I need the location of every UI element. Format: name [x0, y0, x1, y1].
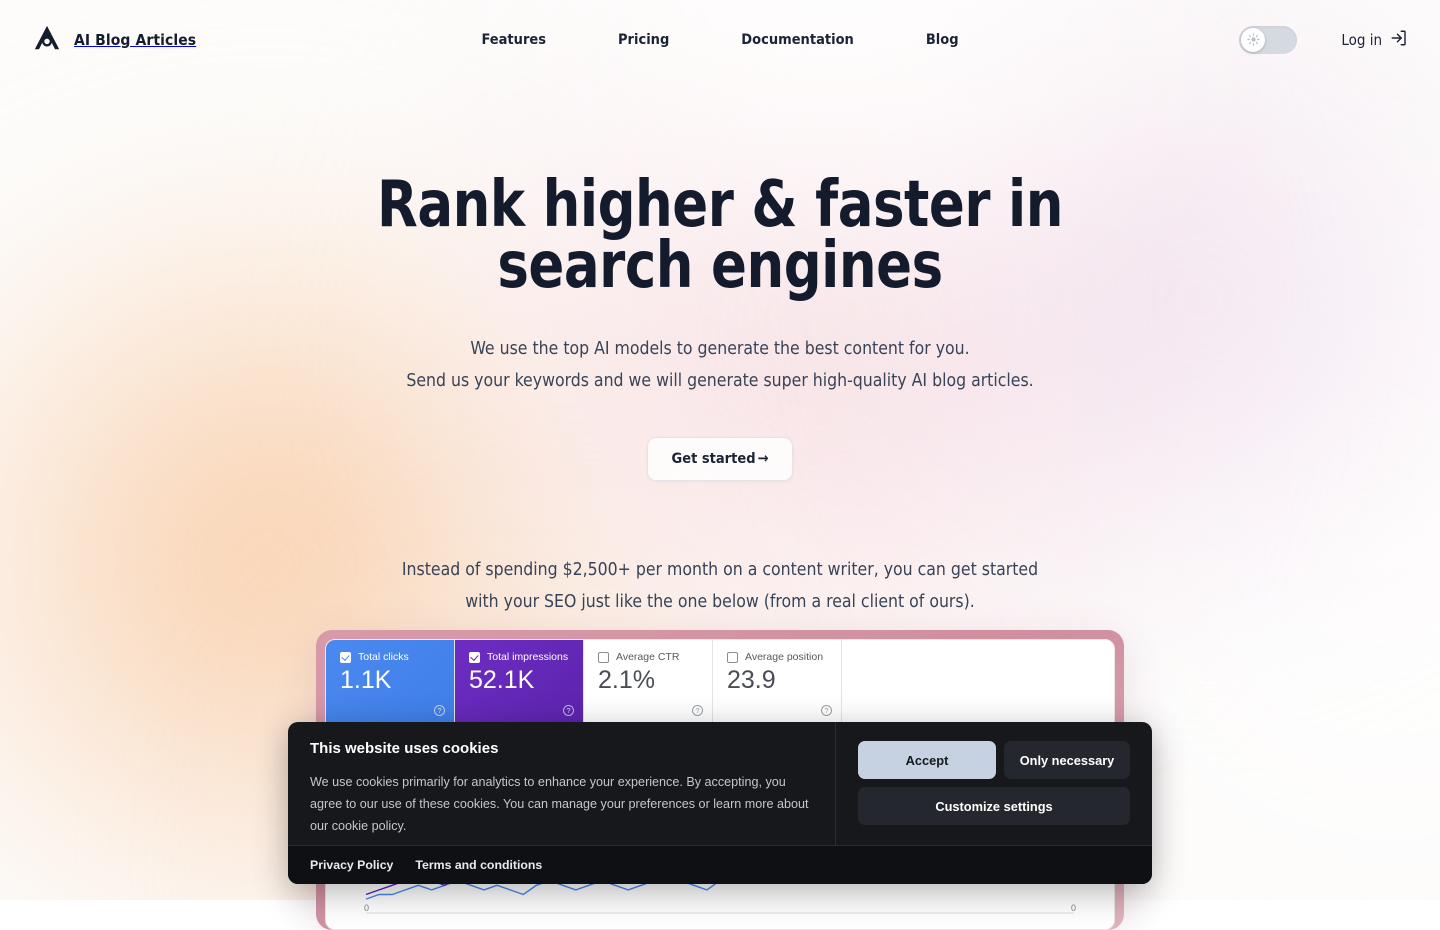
checkbox-unchecked-icon[interactable] — [598, 652, 609, 663]
metric-label: Average position — [745, 651, 823, 663]
help-icon[interactable]: ? — [821, 705, 832, 716]
nav-item-blog[interactable]: Blog — [926, 32, 959, 48]
cookie-banner-body: We use cookies primarily for analytics t… — [310, 771, 809, 837]
nav-item-features[interactable]: Features — [481, 32, 546, 48]
cta-container: Get started → — [0, 437, 1440, 481]
checkbox-unchecked-icon[interactable] — [727, 652, 738, 663]
checkbox-checked-icon[interactable] — [340, 652, 351, 663]
help-icon[interactable]: ? — [563, 705, 574, 716]
cookie-text-column: This website uses cookies We use cookies… — [288, 722, 836, 845]
nav-item-documentation[interactable]: Documentation — [741, 32, 854, 48]
arrow-right-icon: → — [758, 451, 769, 467]
help-icon[interactable]: ? — [434, 705, 445, 716]
metric-value: 23.9 — [727, 666, 827, 695]
hero-subtitle-line-2: Send us your keywords and we will genera… — [0, 365, 1440, 397]
metric-card-empty — [842, 640, 1114, 722]
page-title: Rank higher & faster in search engines — [58, 175, 1383, 297]
metric-card-average-ctr[interactable]: Average CTR 2.1% ? — [584, 640, 713, 722]
metric-header: Average position — [727, 651, 827, 663]
metric-label: Total impressions — [487, 651, 568, 663]
chart-axis-right-zero: 0 — [1071, 903, 1076, 913]
chart-axis-left-zero: 0 — [364, 903, 369, 913]
header-actions: Log in — [1239, 26, 1408, 54]
metric-label: Average CTR — [616, 651, 679, 663]
hero-note-line-1: Instead of spending $2,500+ per month on… — [0, 554, 1440, 586]
login-label: Log in — [1341, 31, 1382, 49]
metric-label: Total clicks — [358, 651, 409, 663]
login-icon — [1390, 29, 1408, 51]
hero-title-line-1: Rank higher & faster in — [58, 175, 1383, 236]
cookie-actions-column: Accept Only necessary Customize settings — [836, 722, 1152, 845]
terms-and-conditions-link[interactable]: Terms and conditions — [415, 858, 542, 872]
cookie-banner-footer: Privacy Policy Terms and conditions — [288, 845, 1152, 884]
metric-card-total-impressions[interactable]: Total impressions 52.1K ? — [455, 640, 584, 722]
metric-value: 1.1K — [340, 666, 440, 695]
hero-subtitle: We use the top AI models to generate the… — [0, 333, 1440, 397]
main-nav: Features Pricing Documentation Blog — [0, 32, 1440, 48]
cookie-banner-title: This website uses cookies — [310, 740, 809, 757]
metric-header: Average CTR — [598, 651, 698, 663]
checkbox-checked-icon[interactable] — [469, 652, 480, 663]
metrics-row: Total clicks 1.1K ? Total impressions 52… — [326, 640, 1114, 722]
accept-cookies-button[interactable]: Accept — [858, 741, 996, 779]
metric-header: Total impressions — [469, 651, 569, 663]
login-link[interactable]: Log in — [1341, 29, 1408, 51]
metric-card-total-clicks[interactable]: Total clicks 1.1K ? — [326, 640, 455, 722]
theme-toggle-knob — [1241, 28, 1265, 52]
theme-toggle[interactable] — [1239, 26, 1297, 54]
metric-card-average-position[interactable]: Average position 23.9 ? — [713, 640, 842, 722]
hero-note-line-2: with your SEO just like the one below (f… — [0, 586, 1440, 618]
get-started-button[interactable]: Get started → — [647, 437, 794, 481]
nav-item-pricing[interactable]: Pricing — [618, 32, 669, 48]
metric-header: Total clicks — [340, 651, 440, 663]
privacy-policy-link[interactable]: Privacy Policy — [310, 858, 393, 872]
get-started-label: Get started — [672, 451, 756, 467]
cookie-consent-banner: This website uses cookies We use cookies… — [288, 722, 1152, 884]
hero-title-line-2: search engines — [58, 236, 1383, 297]
only-necessary-cookies-button[interactable]: Only necessary — [1004, 741, 1130, 779]
metric-value: 2.1% — [598, 666, 698, 695]
hero-subtitle-line-1: We use the top AI models to generate the… — [0, 333, 1440, 365]
customize-cookie-settings-button[interactable]: Customize settings — [858, 787, 1130, 825]
help-icon[interactable]: ? — [692, 705, 703, 716]
site-header: AI Blog Articles Features Pricing Docume… — [0, 0, 1440, 80]
cookie-banner-main: This website uses cookies We use cookies… — [288, 722, 1152, 845]
hero-section: Rank higher & faster in search engines W… — [0, 0, 1440, 618]
hero-note: Instead of spending $2,500+ per month on… — [0, 554, 1440, 618]
sun-icon — [1247, 31, 1260, 50]
metric-value: 52.1K — [469, 666, 569, 695]
cookie-primary-button-row: Accept Only necessary — [858, 741, 1130, 779]
